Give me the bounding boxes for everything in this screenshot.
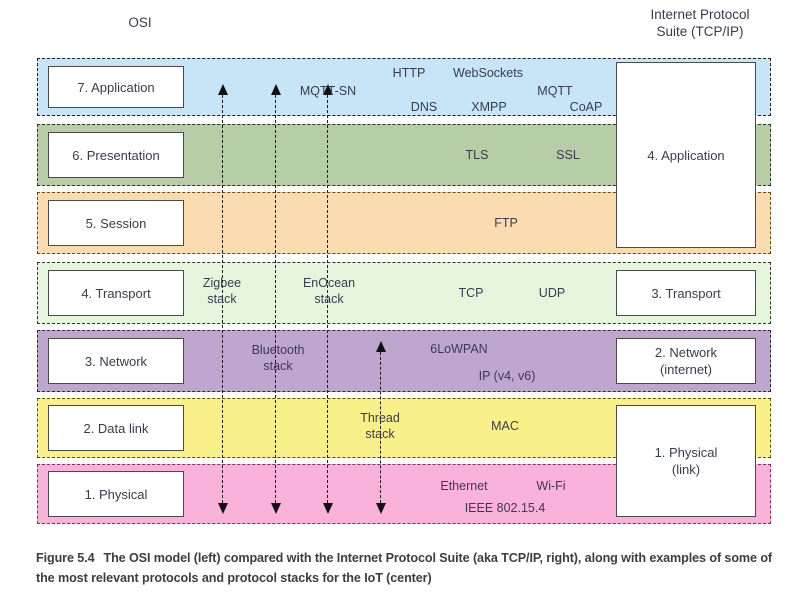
protocol-label-tls: TLS bbox=[465, 148, 489, 162]
stack-label-enocean: EnOcean stack bbox=[302, 276, 356, 306]
tcpip-layer-4-label: 4. Application bbox=[647, 147, 725, 163]
osi-layer-4-label: 4. Transport bbox=[81, 285, 151, 301]
stack-label-thread: Thread stack bbox=[360, 411, 400, 441]
arrow-up-enocean bbox=[270, 84, 281, 95]
tcpip-layer-4[interactable]: 4. Application bbox=[616, 62, 756, 248]
column-heading-tcpip: Internet Protocol Suite (TCP/IP) bbox=[650, 7, 750, 39]
tcpip-layer-1[interactable]: 1. Physical (link) bbox=[616, 405, 756, 517]
protocol-label-ftp: FTP bbox=[494, 216, 518, 230]
protocol-label-ieee: IEEE 802.15.4 bbox=[464, 501, 546, 515]
osi-tcpip-diagram: OSI Internet Protocol Suite (TCP/IP) 7. … bbox=[0, 0, 808, 616]
arrow-down-thread bbox=[375, 503, 386, 514]
osi-layer-2-label: 2. Data link bbox=[83, 420, 149, 436]
arrow-down-enocean bbox=[270, 503, 281, 514]
figure-number: Figure 5.4 bbox=[36, 551, 95, 565]
protocol-label-coap: CoAP bbox=[569, 100, 603, 114]
protocol-label-http: HTTP bbox=[392, 66, 426, 80]
protocol-label-wifi: Wi-Fi bbox=[536, 479, 566, 493]
protocol-label-tcp: TCP bbox=[458, 286, 484, 300]
protocol-label-mac: MAC bbox=[491, 419, 519, 433]
osi-layer-3-label: 3. Network bbox=[84, 353, 148, 369]
tcpip-layer-1-label: 1. Physical (link) bbox=[654, 445, 718, 477]
tcpip-layer-2[interactable]: 2. Network (internet) bbox=[616, 338, 756, 384]
osi-layer-4[interactable]: 4. Transport bbox=[48, 270, 184, 316]
protocol-label-ip: IP (v4, v6) bbox=[478, 369, 536, 383]
osi-layer-7-label: 7. Application bbox=[77, 79, 155, 95]
protocol-label-dns: DNS bbox=[410, 100, 438, 114]
arrow-up-zigbee bbox=[217, 84, 228, 95]
osi-layer-6[interactable]: 6. Presentation bbox=[48, 132, 184, 178]
stack-label-zigbee: Zigbee stack bbox=[202, 276, 242, 306]
stack-line-enocean bbox=[270, 84, 281, 514]
protocol-label-udp: UDP bbox=[538, 286, 566, 300]
osi-layer-3[interactable]: 3. Network bbox=[48, 338, 184, 384]
osi-layer-5[interactable]: 5. Session bbox=[48, 200, 184, 246]
osi-layer-2[interactable]: 2. Data link bbox=[48, 405, 184, 451]
protocol-label-xmpp: XMPP bbox=[471, 100, 507, 114]
protocol-label-ethernet: Ethernet bbox=[440, 479, 488, 493]
tcpip-layer-2-label: 2. Network (internet) bbox=[654, 345, 718, 377]
figure-caption-text: The OSI model (left) compared with the I… bbox=[36, 551, 773, 585]
arrow-up-thread bbox=[375, 341, 386, 352]
tcpip-layer-3[interactable]: 3. Transport bbox=[616, 270, 756, 316]
osi-layer-6-label: 6. Presentation bbox=[72, 147, 160, 163]
osi-layer-5-label: 5. Session bbox=[85, 215, 147, 231]
stack-label-bluetooth: Bluetooth stack bbox=[251, 343, 305, 373]
protocol-label-websockets: WebSockets bbox=[453, 66, 523, 80]
arrow-down-zigbee bbox=[217, 503, 228, 514]
protocol-label-mqtt: MQTT bbox=[537, 84, 573, 98]
protocol-label-mqtt-sn: MQTT-SN bbox=[299, 84, 357, 98]
osi-layer-7[interactable]: 7. Application bbox=[48, 66, 184, 108]
figure-caption: Figure 5.4 The OSI model (left) compared … bbox=[36, 548, 776, 588]
column-heading-osi: OSI bbox=[128, 15, 152, 30]
arrow-down-bluetooth bbox=[322, 503, 333, 514]
tcpip-layer-3-label: 3. Transport bbox=[651, 285, 721, 301]
osi-layer-1[interactable]: 1. Physical bbox=[48, 471, 184, 517]
protocol-label-6lowpan: 6LoWPAN bbox=[430, 342, 488, 356]
protocol-label-ssl: SSL bbox=[556, 148, 580, 162]
osi-layer-1-label: 1. Physical bbox=[84, 486, 148, 502]
